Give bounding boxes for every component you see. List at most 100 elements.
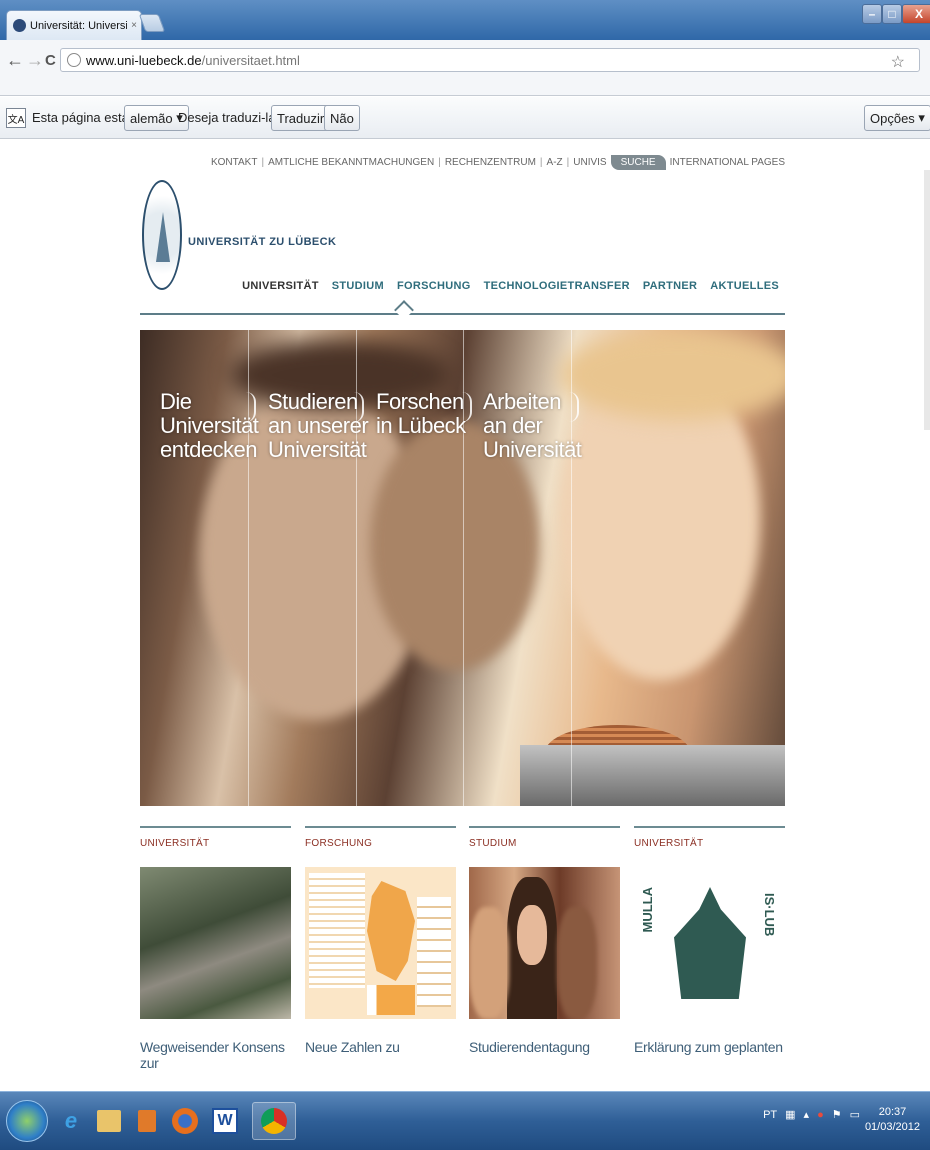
web-page: KONTAKT | AMTLICHE BEKANNTMACHUNGEN | RECHEN…	[0, 140, 930, 1090]
main-nav-link[interactable]: PARTNER	[643, 280, 697, 292]
favicon-icon	[13, 19, 26, 32]
news-teaser[interactable]: FORSCHUNG Neue Zahlen zu	[305, 826, 456, 1063]
meta-nav-link[interactable]: KONTAKT	[211, 157, 257, 168]
hero-panel-line: Universität	[483, 437, 582, 462]
hero-panel-line: Die	[160, 389, 192, 414]
meta-nav-link[interactable]: AMTLICHE BEKANNTMACHUNGEN	[268, 157, 434, 168]
security-icon[interactable]: ●	[817, 1109, 824, 1121]
main-navigation: UNIVERSITÄT STUDIUM FORSCHUNG TECHNOLOGIETR…	[242, 280, 779, 292]
meta-nav-separator: |	[539, 157, 543, 168]
chevron-right-icon	[462, 392, 472, 422]
translate-text-2: Deseja traduzi-la?	[178, 110, 283, 125]
main-nav-link[interactable]: STUDIUM	[332, 280, 384, 292]
translate-button[interactable]: Traduzir	[271, 105, 331, 131]
system-tray: PT ▦ ▴ ● ⚑ ▭	[763, 1108, 860, 1122]
hero-panel-line: an der	[483, 413, 543, 438]
main-nav-link[interactable]: AKTUELLES	[710, 280, 779, 292]
teaser-headline[interactable]: Neue Zahlen zu	[305, 1039, 456, 1055]
new-tab-button[interactable]	[138, 14, 166, 32]
firefox-icon[interactable]	[166, 1102, 204, 1140]
maximize-button[interactable]: □	[882, 4, 902, 24]
hero-panel-line: Forschen	[376, 389, 464, 414]
page-content: KONTAKT | AMTLICHE BEKANNTMACHUNGEN | RECHEN…	[140, 140, 785, 1090]
meta-nav-link[interactable]: A-Z	[547, 157, 563, 168]
address-bar[interactable]: www.uni-luebeck.de/universitaet.html ☆	[60, 48, 920, 72]
forward-button[interactable]: →	[26, 50, 44, 71]
university-seal-image[interactable]: MULLA IS·LUB	[634, 867, 785, 1019]
hero-panel-link[interactable]: Die Universität entdecken	[160, 389, 259, 462]
teaser-headline[interactable]: Wegweisender Konsens zur	[140, 1039, 291, 1071]
url-path: /universitaet.html	[201, 52, 300, 68]
nav-active-caret-icon	[394, 300, 414, 320]
teaser-category: FORSCHUNG	[305, 838, 373, 849]
teaser-image[interactable]	[140, 867, 291, 1019]
flag-icon[interactable]: ⚑	[832, 1108, 842, 1121]
news-teaser[interactable]: UNIVERSITÄT MULLA IS·LUB Erklärung zum gepl…	[634, 826, 785, 1063]
network-icon[interactable]: ▭	[850, 1108, 860, 1121]
teaser-subline	[469, 1057, 620, 1063]
options-label: Opções	[870, 110, 915, 126]
students-photo[interactable]	[469, 867, 620, 1019]
scrollbar[interactable]	[924, 170, 930, 430]
news-teaser[interactable]: UNIVERSITÄT Wegweisender Konsens zur	[140, 826, 291, 1079]
options-button[interactable]: Opções ▾	[864, 105, 930, 131]
news-teaser[interactable]: STUDIUM Studierendentagung	[469, 826, 620, 1063]
teaser-rule	[634, 826, 785, 828]
word-icon[interactable]: W	[206, 1102, 244, 1140]
language-indicator[interactable]: PT	[763, 1109, 777, 1121]
apparatus-image	[520, 745, 785, 806]
media-player-icon[interactable]	[128, 1102, 166, 1140]
page-icon	[67, 53, 81, 67]
teaser-category: UNIVERSITÄT	[140, 838, 210, 849]
teaser-rule	[140, 826, 291, 828]
hero-panel-line: Arbeiten	[483, 389, 561, 414]
teaser-subline	[634, 1057, 785, 1063]
hero-panel-link[interactable]: Arbeiten an der Universität	[483, 389, 582, 462]
main-nav-link[interactable]: TECHNOLOGIETRANSFER	[484, 280, 630, 292]
minimize-button[interactable]: –	[862, 4, 882, 24]
windows-taskbar: e W PT ▦ ▴ ● ⚑ ▭ 20:37 01/03/2012	[0, 1091, 930, 1150]
meta-nav-link[interactable]: SUCHE	[610, 155, 666, 170]
url-host: www.uni-luebeck.de	[86, 52, 202, 68]
hero-panel-line: in Lübeck	[376, 413, 466, 438]
hero-panel-link[interactable]: Forschen in Lübeck	[376, 390, 466, 438]
teaser-headline[interactable]: Studierendentagung	[469, 1039, 620, 1055]
teaser-subline	[140, 1073, 291, 1079]
logo-text[interactable]: UNIVERSITÄT ZU LÜBECK	[188, 236, 336, 248]
hero-banner[interactable]: Die Universität entdecken Studieren an unser…	[140, 330, 785, 806]
nav-divider	[140, 313, 785, 315]
statistics-chart-image[interactable]	[305, 867, 456, 1019]
clock-time: 20:37	[878, 1106, 907, 1118]
university-seal-logo[interactable]	[142, 180, 182, 290]
meta-nav-separator: |	[438, 157, 441, 168]
meta-nav-link[interactable]: INTERNATIONAL PAGES	[670, 157, 785, 168]
start-button[interactable]	[6, 1100, 48, 1142]
meta-nav-link[interactable]: RECHENZENTRUM	[445, 157, 536, 168]
tab-close-icon[interactable]: ×	[131, 20, 137, 31]
teaser-rule	[305, 826, 456, 828]
no-translate-button[interactable]: Não	[324, 105, 360, 131]
browser-tab[interactable]: Universität: Universität zu L ×	[6, 10, 142, 40]
main-nav-link[interactable]: FORSCHUNG	[397, 280, 471, 292]
file-explorer-icon[interactable]	[90, 1102, 128, 1140]
reload-button[interactable]: C	[45, 52, 56, 69]
close-window-button[interactable]: X	[902, 4, 930, 24]
chrome-icon[interactable]	[252, 1102, 296, 1140]
tray-expand-icon[interactable]: ▴	[804, 1108, 810, 1121]
teaser-category: UNIVERSITÄT	[634, 838, 704, 849]
bookmark-star-icon[interactable]: ☆	[891, 52, 905, 72]
teaser-subline	[305, 1057, 456, 1063]
back-button[interactable]: ←	[6, 50, 24, 71]
hero-panel-line: Universität	[268, 437, 367, 462]
teaser-category: STUDIUM	[469, 838, 517, 849]
teaser-headline[interactable]: Erklärung zum geplanten	[634, 1039, 785, 1055]
meta-nav-separator: |	[566, 157, 570, 168]
internet-explorer-icon[interactable]: e	[52, 1102, 90, 1140]
language-value: alemão	[130, 110, 173, 126]
clock[interactable]: 20:37 01/03/2012	[865, 1105, 920, 1135]
main-nav-link[interactable]: UNIVERSITÄT	[242, 280, 319, 292]
meta-nav-link[interactable]: UNIVIS	[573, 157, 606, 168]
window-titlebar: Universität: Universität zu L × – □ X	[0, 0, 930, 40]
clock-date: 01/03/2012	[864, 1121, 920, 1133]
keyboard-icon[interactable]: ▦	[785, 1108, 795, 1121]
